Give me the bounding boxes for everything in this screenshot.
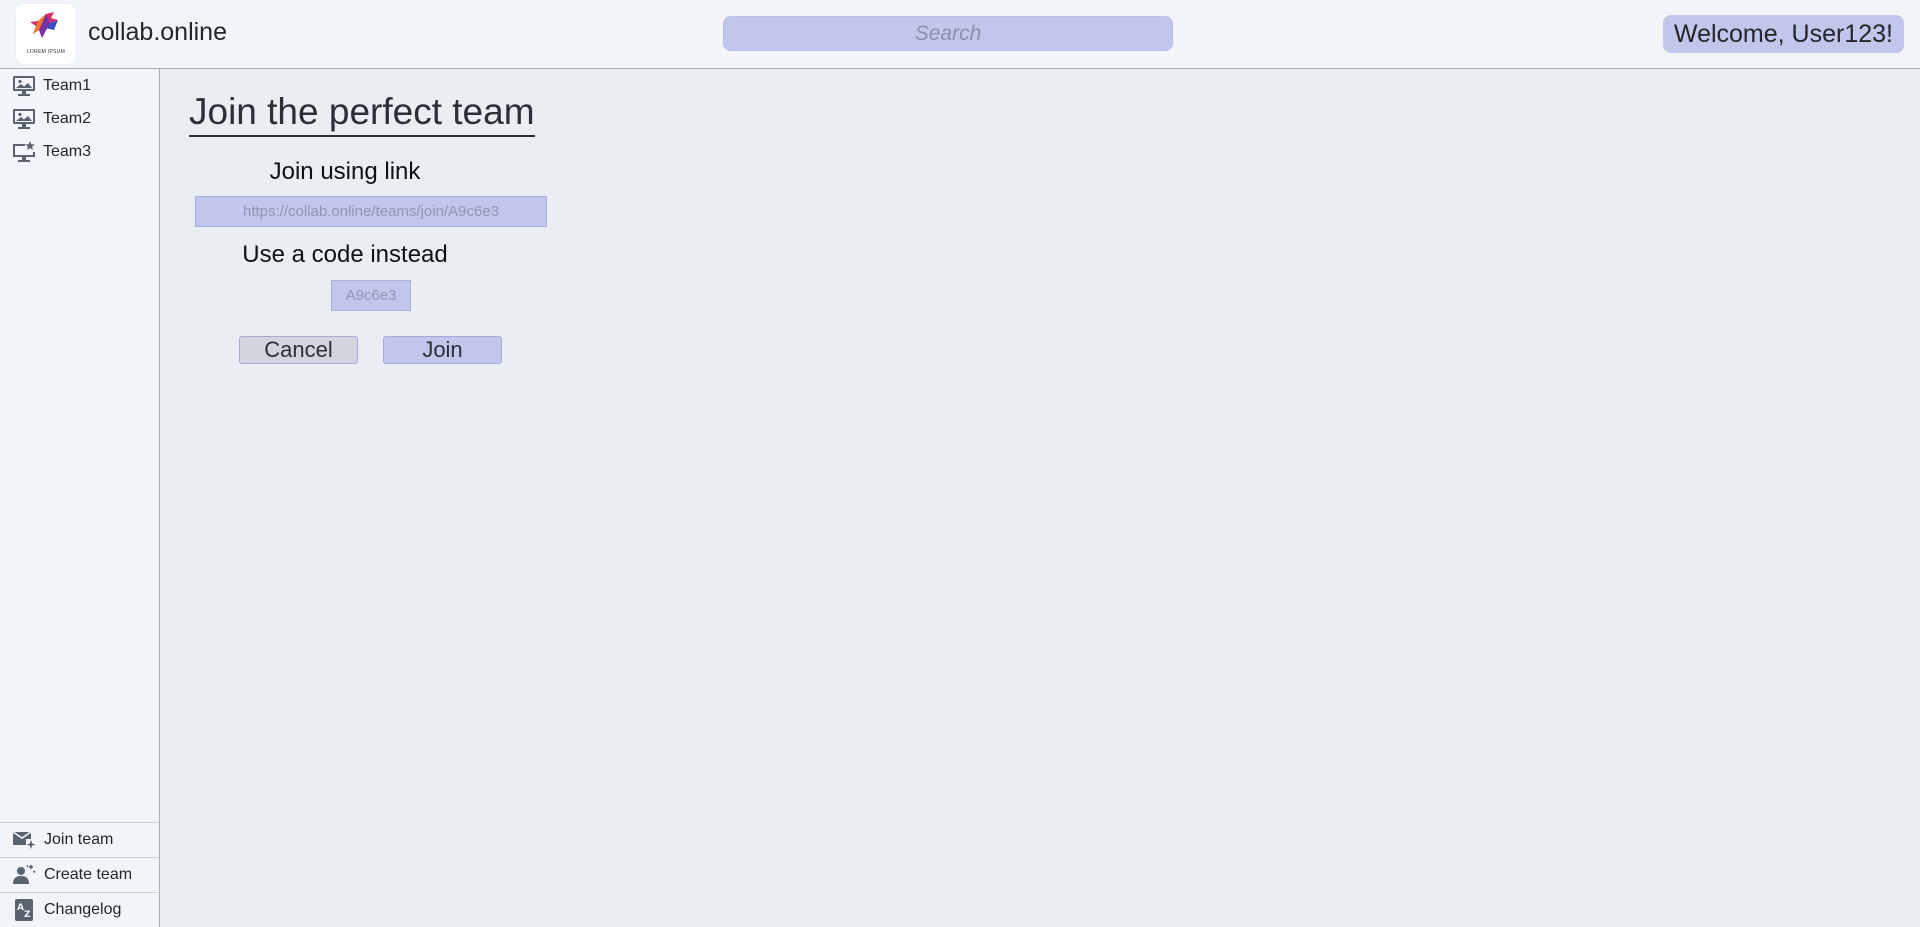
monitor-star-icon: [13, 140, 35, 162]
join-link-input[interactable]: [195, 196, 547, 227]
sidebar-item-join-team[interactable]: Join team: [0, 822, 159, 857]
app-header: LOREM IPSUM collab.online Welcome, User1…: [0, 0, 1920, 69]
sidebar-item-label: Team2: [43, 109, 92, 127]
sidebar-item-label: Create team: [44, 866, 133, 883]
cancel-button[interactable]: Cancel: [239, 336, 358, 364]
sidebar-item-team2[interactable]: Team2: [0, 102, 159, 135]
sidebar-item-label: Team3: [43, 142, 92, 160]
monitor-image-icon: [13, 75, 35, 96]
bird-logo-icon: [30, 12, 58, 38]
main-content: Join the perfect team Join using link Us…: [160, 69, 1920, 927]
page-title: Join the perfect team: [189, 91, 535, 137]
join-button[interactable]: Join: [383, 336, 502, 364]
sidebar-item-changelog[interactable]: A Z Changelog: [0, 892, 159, 927]
svg-text:Z: Z: [24, 910, 31, 920]
sidebar-item-team1[interactable]: Team1: [0, 69, 159, 102]
mail-sparkle-icon: [12, 831, 36, 849]
welcome-user-badge[interactable]: Welcome, User123!: [1662, 15, 1904, 53]
sidebar-bottom-nav: Join team Create team A Z Changelog: [0, 822, 159, 927]
join-code-input[interactable]: [331, 280, 411, 311]
app-title: collab.online: [88, 18, 227, 46]
join-code-label: Use a code instead: [242, 241, 448, 268]
logo-caption: LOREM IPSUM: [26, 49, 66, 55]
sidebar-item-label: Team1: [43, 76, 92, 94]
az-list-icon: A Z: [15, 899, 33, 921]
sidebar-item-label: Changelog: [44, 901, 122, 918]
join-link-label: Join using link: [269, 158, 421, 185]
app-logo[interactable]: LOREM IPSUM: [16, 4, 76, 64]
sidebar-item-label: Join team: [44, 831, 114, 848]
svg-text:A: A: [17, 903, 24, 913]
search-input[interactable]: [723, 16, 1173, 51]
sidebar: Team1 Team2 Team3 Join team Create team …: [0, 69, 160, 927]
sidebar-item-team3[interactable]: Team3: [0, 135, 159, 168]
team-list: Team1 Team2 Team3: [0, 69, 159, 168]
monitor-image-icon: [13, 108, 35, 129]
sidebar-item-create-team[interactable]: Create team: [0, 857, 159, 892]
person-sparkle-icon: [13, 865, 36, 884]
